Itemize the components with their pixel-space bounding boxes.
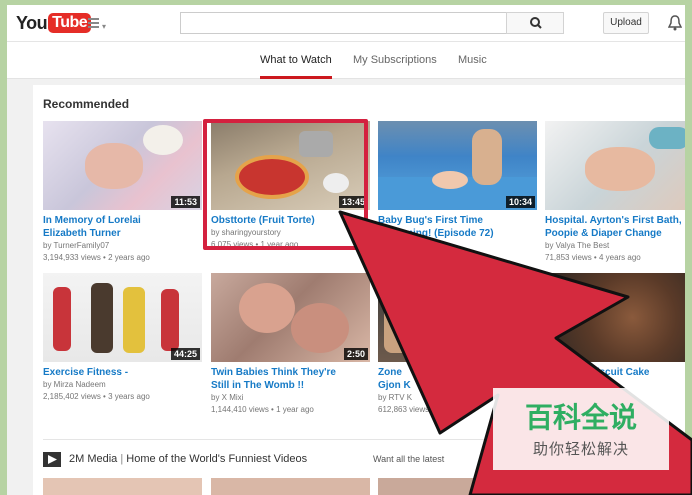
watermark-sub-text: 助你轻松解决 — [532, 440, 629, 458]
watermark-main-text: 百科全说 — [524, 401, 637, 434]
watermark-logo: 百科全说 助你轻松解决 — [493, 388, 669, 470]
